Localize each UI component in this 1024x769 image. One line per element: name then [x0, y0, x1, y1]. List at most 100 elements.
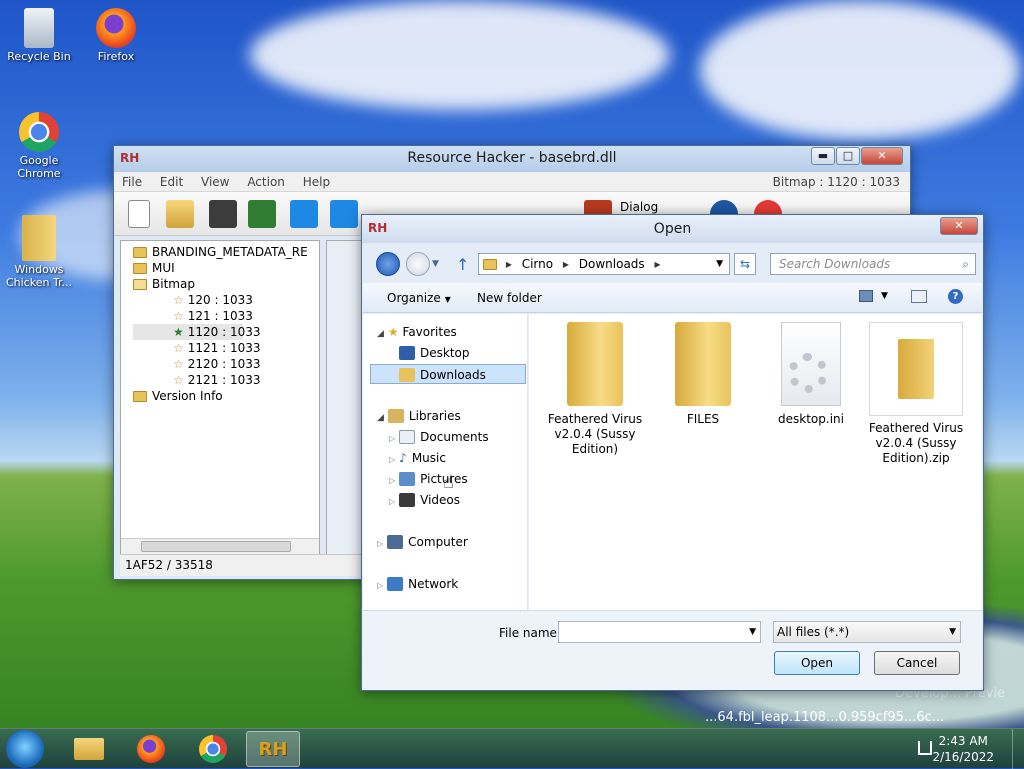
recycle-bin-icon	[24, 8, 54, 48]
tree-row[interactable]: ☆ 121 : 1033	[133, 308, 319, 324]
scrollbar-thumb[interactable]	[141, 541, 291, 552]
search-input[interactable]: Search Downloads ⌕	[770, 253, 976, 275]
chevron-down-icon[interactable]: ▼	[749, 622, 756, 642]
maximize-button[interactable]: □	[836, 147, 860, 165]
horizontal-scrollbar[interactable]	[121, 538, 319, 554]
organize-button[interactable]: Organize ▼	[387, 291, 451, 305]
tree-row[interactable]: Bitmap	[133, 276, 319, 292]
menu-help[interactable]: Help	[303, 175, 330, 189]
tree-label: 2121 : 1033	[187, 373, 261, 387]
taskbar-chrome[interactable]	[186, 731, 240, 767]
folder-icon	[22, 215, 56, 261]
save-as-icon[interactable]	[248, 200, 276, 228]
search-placeholder: Search Downloads	[779, 257, 891, 271]
nav-pictures[interactable]: ▷ Pictures	[389, 469, 468, 489]
zip-icon	[898, 339, 934, 399]
desktop-icon-recycle-bin[interactable]: Recycle Bin	[3, 8, 75, 63]
file-type-select[interactable]: All files (*.*) ▼	[773, 621, 961, 643]
menu-action[interactable]: Action	[247, 175, 285, 189]
breadcrumb-downloads[interactable]: Downloads	[579, 257, 645, 271]
start-button[interactable]	[6, 730, 44, 768]
network-tray-icon[interactable]	[918, 741, 932, 755]
forward-button[interactable]	[406, 252, 430, 276]
file-label: FILES	[686, 412, 720, 426]
tree-row[interactable]: ☆ 2120 : 1033	[133, 356, 319, 372]
view-dropdown-icon[interactable]: ▼	[881, 291, 888, 301]
file-item-folder[interactable]: Feathered Virus v2.0.4 (Sussy Edition)	[543, 322, 647, 457]
menu-file[interactable]: File	[122, 175, 142, 189]
new-folder-button[interactable]: New folder	[477, 291, 542, 305]
nav-computer[interactable]: ▷ Computer	[377, 532, 468, 552]
clock[interactable]: 2:43 AM 2/16/2022	[932, 733, 994, 765]
tree-row[interactable]: BRANDING_METADATA_RE	[133, 244, 319, 260]
clock-time: 2:43 AM	[938, 734, 988, 748]
desktop-icon-label: Recycle Bin	[7, 50, 71, 63]
star-icon: ☆	[173, 309, 184, 323]
nav-favorites[interactable]: ◢ ★ Favorites	[377, 322, 457, 342]
close-button[interactable]: ✕	[940, 217, 978, 235]
star-icon: ☆	[173, 293, 184, 307]
address-bar[interactable]: ▸ Cirno ▸ Downloads ▸ ▼	[478, 253, 730, 275]
view-options-icon[interactable]	[859, 290, 873, 302]
tree-label: 120 : 1033	[187, 293, 253, 307]
pictures-icon	[399, 472, 416, 486]
organize-label: Organize	[387, 291, 441, 305]
rh-titlebar[interactable]: RH Resource Hacker - basebrd.dll ▬ □ ✕	[114, 146, 910, 172]
chrome-icon	[19, 112, 59, 152]
desktop-icon-firefox[interactable]: Firefox	[80, 8, 152, 63]
close-button[interactable]: ✕	[861, 147, 903, 165]
taskbar-resource-hacker[interactable]: RH	[246, 731, 300, 767]
file-name-input[interactable]: ▼	[558, 621, 761, 643]
history-dropdown-icon[interactable]: ▼	[432, 259, 439, 269]
nav-libraries[interactable]: ◢ Libraries	[377, 406, 461, 426]
open-button[interactable]: Open	[774, 651, 860, 675]
import-icon[interactable]	[290, 200, 318, 228]
nav-label: Music	[411, 451, 446, 465]
desktop-icon-chicken[interactable]: Windows Chicken Tr...	[3, 215, 75, 289]
tree-row[interactable]: Version Info	[133, 388, 319, 404]
rh-menubar: File Edit View Action Help Bitmap : 1120…	[114, 172, 910, 192]
nav-documents[interactable]: ▷ Documents	[389, 427, 489, 447]
desktop-icon-chrome[interactable]: Google Chrome	[3, 112, 75, 180]
nav-desktop[interactable]: Desktop	[399, 343, 470, 363]
watermark-build: ...64.fbl_leap.1108...0.959cf95...6c...	[705, 710, 945, 725]
star-icon: ☆	[173, 341, 184, 355]
export-icon[interactable]	[330, 200, 358, 228]
taskbar-firefox[interactable]	[124, 731, 178, 767]
nav-videos[interactable]: ▷ Videos	[389, 490, 460, 510]
tree-row[interactable]: MUI	[133, 260, 319, 276]
new-file-icon[interactable]	[128, 200, 150, 228]
help-icon[interactable]: ?	[948, 289, 963, 304]
desktop-icon	[399, 346, 415, 360]
menu-edit[interactable]: Edit	[160, 175, 183, 189]
minimize-button[interactable]: ▬	[811, 147, 835, 165]
file-item-zip[interactable]: Feathered Virus v2.0.4 (Sussy Edition).z…	[869, 322, 963, 465]
search-icon: ⌕	[962, 257, 969, 271]
file-item-ini[interactable]: desktop.ini	[759, 322, 863, 427]
tree-row-selected[interactable]: ★ 1120 : 1033	[133, 324, 261, 340]
address-dropdown-icon[interactable]: ▼	[716, 254, 723, 274]
nav-music[interactable]: ▷ ♪ Music	[389, 448, 446, 468]
breadcrumb-sep: ▸	[654, 257, 661, 271]
refresh-icon[interactable]: ⇆	[734, 253, 756, 275]
menu-view[interactable]: View	[201, 175, 229, 189]
cancel-button[interactable]: Cancel	[874, 651, 960, 675]
preview-pane-icon[interactable]	[911, 290, 927, 303]
tree-row[interactable]: ☆ 120 : 1033	[133, 292, 319, 308]
tree-label: 1121 : 1033	[187, 341, 261, 355]
star-icon: ☆	[173, 373, 184, 387]
nav-downloads-selected[interactable]: Downloads	[370, 364, 526, 384]
show-desktop-button[interactable]	[1012, 729, 1024, 769]
save-icon[interactable]	[209, 200, 237, 228]
back-button[interactable]	[376, 252, 400, 276]
taskbar-explorer[interactable]	[62, 731, 116, 767]
open-folder-icon[interactable]	[166, 200, 194, 228]
tree-row[interactable]: ☆ 2121 : 1033	[133, 372, 319, 388]
nav-network[interactable]: ▷ Network	[377, 574, 458, 594]
up-arrow-icon[interactable]: ↑	[456, 255, 469, 274]
file-item-folder[interactable]: FILES	[651, 322, 755, 427]
open-titlebar[interactable]: RH Open ✕	[362, 215, 983, 243]
tree-row[interactable]: ☆ 1121 : 1033	[133, 340, 319, 356]
open-dialog: RH Open ✕ ▼ ↑ ▸ Cirno ▸ Downloads ▸ ▼ ⇆ …	[361, 214, 984, 691]
breadcrumb-cirno[interactable]: Cirno	[522, 257, 553, 271]
